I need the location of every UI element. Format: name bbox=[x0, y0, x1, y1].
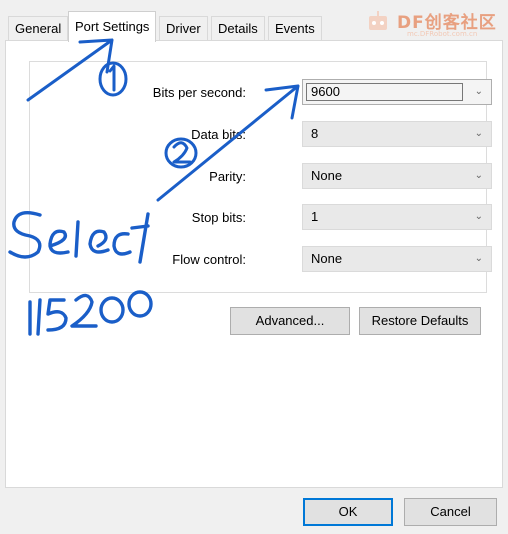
flow-control-value: None bbox=[311, 251, 343, 266]
tab-details[interactable]: Details bbox=[211, 16, 265, 40]
bits-per-second-value: 9600 bbox=[311, 84, 340, 99]
tab-driver[interactable]: Driver bbox=[159, 16, 208, 40]
settings-group: Bits per second: 9600 ⌄ Data bits: 8 ⌄ P… bbox=[29, 61, 492, 293]
tab-details-label: Details bbox=[218, 21, 258, 36]
tab-port-settings[interactable]: Port Settings bbox=[68, 11, 157, 42]
watermark-url: mc.DFRobot.com.cn bbox=[407, 30, 478, 38]
ok-button[interactable]: OK bbox=[303, 498, 393, 526]
flow-control-label: Flow control: bbox=[172, 252, 246, 267]
stop-bits-value: 1 bbox=[311, 209, 319, 224]
tab-port-settings-label: Port Settings bbox=[75, 19, 150, 34]
chevron-down-icon: ⌄ bbox=[474, 253, 483, 264]
watermark-logo-icon bbox=[369, 11, 387, 30]
bits-per-second-select[interactable]: 9600 ⌄ bbox=[302, 79, 492, 105]
stop-bits-label: Stop bits: bbox=[191, 210, 246, 225]
port-settings-panel: Bits per second: 9600 ⌄ Data bits: 8 ⌄ P… bbox=[5, 40, 503, 488]
bits-per-second-label: Bits per second: bbox=[152, 85, 246, 100]
restore-defaults-button[interactable]: Restore Defaults bbox=[359, 307, 481, 335]
chevron-down-icon: ⌄ bbox=[474, 211, 483, 222]
watermark: DF创客社区 mc.DFRobot.com.cn bbox=[369, 8, 497, 38]
tab-driver-label: Driver bbox=[166, 21, 201, 36]
data-bits-select[interactable]: 8 ⌄ bbox=[302, 121, 492, 147]
data-bits-value: 8 bbox=[311, 126, 319, 141]
parity-select[interactable]: None ⌄ bbox=[302, 163, 492, 189]
cancel-button[interactable]: Cancel bbox=[404, 498, 497, 526]
advanced-button[interactable]: Advanced... bbox=[230, 307, 350, 335]
parity-value: None bbox=[311, 168, 343, 183]
chevron-down-icon: ⌄ bbox=[474, 86, 483, 97]
data-bits-label: Data bits: bbox=[191, 127, 246, 142]
tab-general-label: General bbox=[15, 21, 62, 36]
flow-control-select[interactable]: None ⌄ bbox=[302, 246, 492, 272]
chevron-down-icon: ⌄ bbox=[474, 170, 483, 181]
tab-events-label: Events bbox=[275, 21, 315, 36]
tab-general[interactable]: General bbox=[8, 16, 69, 40]
stop-bits-select[interactable]: 1 ⌄ bbox=[302, 204, 492, 230]
chevron-down-icon: ⌄ bbox=[474, 128, 483, 139]
tab-events[interactable]: Events bbox=[268, 16, 322, 40]
parity-label: Parity: bbox=[209, 169, 246, 184]
